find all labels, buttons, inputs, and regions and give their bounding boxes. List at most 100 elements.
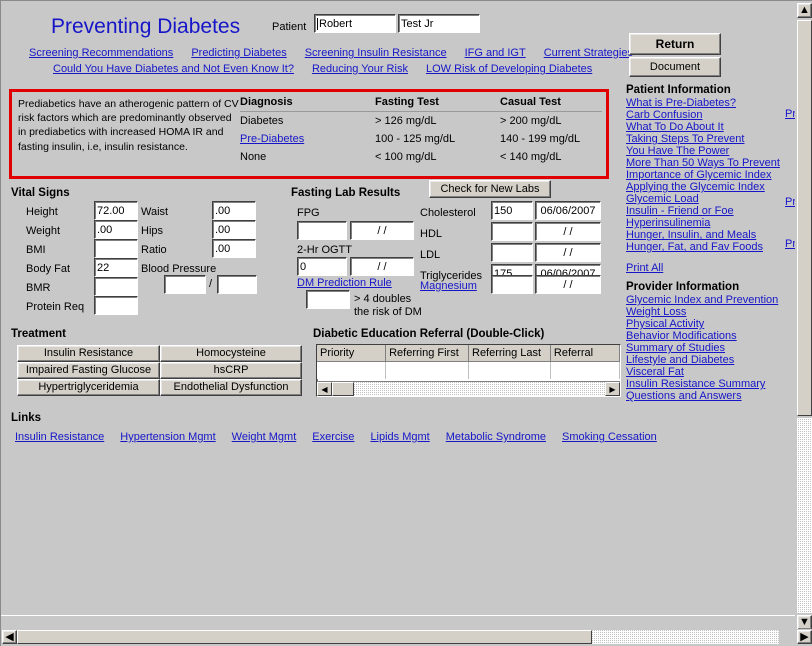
scrollbar-track[interactable] [797,418,812,613]
cholesterol-value-input[interactable]: 150 [491,201,533,220]
referral-cell-referring-first[interactable] [386,362,469,379]
patient-last-name-input[interactable]: Test Jr [398,14,480,33]
sidebar-link-applying-the-glycemic-index[interactable]: Applying the Glycemic Index [626,181,789,193]
link-pre-diabetes[interactable]: Pre-Diabetes [240,133,304,145]
protein-req-input[interactable] [94,296,138,315]
nav-link-predicting-diabetes[interactable]: Predicting Diabetes [191,47,286,59]
bmr-input[interactable] [94,277,138,296]
treatment-button-insulin-resistance[interactable]: Insulin Resistance [17,345,160,362]
sidebar-link-taking-steps-to-prevent[interactable]: Taking Steps To Prevent [626,133,789,145]
bmi-input[interactable] [94,239,138,258]
left-arrow-icon[interactable]: ◀ [317,382,332,396]
ldl-date-input[interactable]: / / [535,243,601,262]
sidebar-link-more-than-50-ways[interactable]: More Than 50 Ways To Prevent [626,157,789,169]
cholesterol-date-input[interactable]: 06/06/2007 [535,201,601,220]
waist-input[interactable]: .00 [212,201,256,220]
sidebar-link-visceral-fat[interactable]: Visceral Fat [626,366,789,378]
referral-cell-referring-last[interactable] [469,362,551,379]
referral-data-row[interactable] [317,362,620,379]
sidebar-link-print-all[interactable]: Print All [626,262,789,274]
referral-grid[interactable]: Priority Referring First Referring Last … [316,344,621,397]
scrollbar-thumb[interactable] [797,20,812,416]
link-hypertension-mgmt[interactable]: Hypertension Mgmt [120,431,215,443]
sidebar-link-hyperinsulinemia[interactable]: Hyperinsulinemia [626,217,789,229]
sidebar-link-what-is-pre-diabetes[interactable]: What is Pre-Diabetes? [626,97,789,109]
horizontal-scrollbar[interactable]: ◀ ▶ [1,629,812,646]
link-lipids-mgmt[interactable]: Lipids Mgmt [370,431,429,443]
treatment-button-impaired-fasting-glucose[interactable]: Impaired Fasting Glucose [17,362,160,379]
fpg-value-input[interactable] [297,221,347,240]
ogtt-date-input[interactable]: / / [350,257,414,276]
patient-first-name-input[interactable]: Robert [314,14,396,33]
sidebar-link-glycemic-index-and-prevention[interactable]: Glycemic Index and Prevention [626,294,789,306]
fpg-date-input[interactable]: / / [350,221,414,240]
nav-link-current-strategies[interactable]: Current Strategies [544,47,633,59]
nav-link-low-risk[interactable]: LOW Risk of Developing Diabetes [426,63,592,75]
nav-link-screening-insulin-resistance[interactable]: Screening Insulin Resistance [305,47,447,59]
body-fat-input[interactable]: 22 [94,258,138,277]
sidebar-link-weight-loss[interactable]: Weight Loss [626,306,789,318]
nav-link-reducing-your-risk[interactable]: Reducing Your Risk [312,63,408,75]
link-exercise[interactable]: Exercise [312,431,354,443]
sidebar-link-questions-and-answers[interactable]: Questions and Answers [626,390,789,402]
sidebar-link-glycemic-load[interactable]: Glycemic Load [626,193,789,205]
referral-col-priority[interactable]: Priority [317,345,387,362]
nav-link-screening-recommendations[interactable]: Screening Recommendations [29,47,173,59]
scrollbar-thumb[interactable] [332,382,354,396]
left-arrow-icon[interactable]: ◀ [2,630,17,644]
sidebar-link-physical-activity[interactable]: Physical Activity [626,318,789,330]
sidebar-link-carb-confusion[interactable]: Carb Confusion [626,109,789,121]
sidebar-link-importance-of-glycemic-index[interactable]: Importance of Glycemic Index [626,169,789,181]
referral-col-referring-first[interactable]: Referring First [386,345,469,362]
sidebar-link-behavior-modifications[interactable]: Behavior Modifications [626,330,789,342]
treatment-button-endothelial-dysfunction[interactable]: Endothelial Dysfunction [160,379,302,396]
sidebar-link-hunger-fat-and-fav-foods[interactable]: Hunger, Fat, and Fav Foods [626,241,789,253]
link-metabolic-syndrome[interactable]: Metabolic Syndrome [446,431,546,443]
sidebar-link-you-have-the-power[interactable]: You Have The Power [626,145,789,157]
height-input[interactable]: 72.00 [94,201,138,220]
referral-col-referral[interactable]: Referral [550,345,620,362]
bp-diastolic-input[interactable] [217,275,257,294]
nav-link-ifg-and-igt[interactable]: IFG and IGT [465,47,526,59]
magnesium-date-input[interactable]: / / [535,275,601,294]
vertical-scrollbar[interactable]: ▲ ▼ [795,1,812,632]
link-insulin-resistance[interactable]: Insulin Resistance [15,431,104,443]
label-hips: Hips [141,225,164,237]
referral-cell-referral[interactable] [551,362,620,379]
ogtt-value-input[interactable]: 0 [297,257,347,276]
sidebar-link-summary-of-studies[interactable]: Summary of Studies [626,342,789,354]
sidebar-link-lifestyle-and-diabetes[interactable]: Lifestyle and Diabetes [626,354,789,366]
down-arrow-icon[interactable]: ▼ [797,615,812,630]
nav-link-could-you-have-diabetes[interactable]: Could You Have Diabetes and Not Even Kno… [53,63,294,75]
link-smoking-cessation[interactable]: Smoking Cessation [562,431,657,443]
hdl-date-input[interactable]: / / [535,222,601,241]
magnesium-link[interactable]: Magnesium [420,280,477,292]
bp-systolic-input[interactable] [164,275,206,294]
treatment-button-homocysteine[interactable]: Homocysteine [160,345,302,362]
sidebar-link-insulin-friend-or-foe[interactable]: Insulin - Friend or Foe [626,205,789,217]
hdl-value-input[interactable] [491,222,533,241]
treatment-button-hypertriglyceridemia[interactable]: Hypertriglyceridemia [17,379,160,396]
weight-input[interactable]: .00 [94,220,138,239]
link-weight-mgmt[interactable]: Weight Mgmt [232,431,297,443]
sidebar-link-hunger-insulin-and-meals[interactable]: Hunger, Insulin, and Meals [626,229,789,241]
return-button[interactable]: Return [629,33,721,55]
check-for-new-labs-button[interactable]: Check for New Labs [429,180,551,198]
referral-cell-priority[interactable] [317,362,387,379]
ldl-value-input[interactable] [491,243,533,262]
referral-horizontal-scrollbar[interactable]: ◀ ▶ [317,381,620,396]
ratio-input[interactable]: .00 [212,239,256,258]
up-arrow-icon[interactable]: ▲ [797,3,812,18]
scrollbar-thumb[interactable] [17,630,592,644]
hips-input[interactable]: .00 [212,220,256,239]
dm-prediction-rule-link[interactable]: DM Prediction Rule [297,277,392,289]
treatment-button-hscrp[interactable]: hsCRP [160,362,302,379]
magnesium-value-input[interactable] [491,275,533,294]
referral-col-referring-last[interactable]: Referring Last [469,345,551,362]
sidebar-link-insulin-resistance-summary[interactable]: Insulin Resistance Summary [626,378,789,390]
sidebar-link-what-to-do-about-it[interactable]: What To Do About It [626,121,789,133]
dm-prediction-rule-input[interactable] [306,290,350,309]
right-arrow-icon[interactable]: ▶ [605,382,620,396]
document-button[interactable]: Document [629,57,721,77]
right-arrow-icon[interactable]: ▶ [797,630,812,644]
